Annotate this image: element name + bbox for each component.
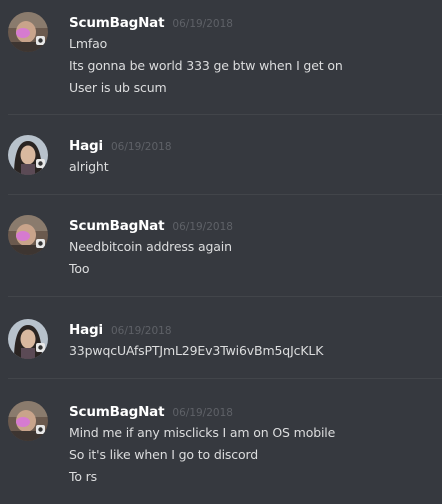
message-content: Lmfao Its gonna be world 333 ge btw when… bbox=[69, 33, 439, 99]
avatar[interactable] bbox=[8, 215, 48, 255]
message-line: User is ub scum bbox=[69, 80, 167, 95]
message-divider bbox=[8, 378, 442, 379]
message-divider bbox=[8, 194, 442, 195]
message-line: Needbitcoin address again bbox=[69, 239, 232, 254]
message-line: So it's like when I go to discord bbox=[69, 447, 259, 462]
message-content: Needbitcoin address again Too bbox=[69, 236, 439, 280]
message-divider bbox=[8, 114, 442, 115]
timestamp: 06/19/2018 bbox=[172, 221, 233, 233]
user-avatar-scumbagnat-icon bbox=[8, 12, 48, 52]
user-avatar-scumbagnat-icon bbox=[8, 215, 48, 255]
message-header: ScumBagNat 06/19/2018 bbox=[69, 12, 233, 32]
avatar[interactable] bbox=[8, 319, 48, 359]
message-divider bbox=[8, 296, 442, 297]
user-avatar-scumbagnat-icon bbox=[8, 401, 48, 441]
message-line: Mind me if any misclicks I am on OS mobi… bbox=[69, 425, 336, 440]
message-line: To rs bbox=[69, 469, 98, 484]
chat-message-list: ScumBagNat 06/19/2018 Lmfao Its gonna be… bbox=[0, 0, 442, 504]
message-line: Lmfao bbox=[69, 36, 108, 51]
message-header: Hagi 06/19/2018 bbox=[69, 135, 172, 155]
user-avatar-hagi-icon bbox=[8, 135, 48, 175]
message-header: Hagi 06/19/2018 bbox=[69, 319, 172, 339]
avatar[interactable] bbox=[8, 401, 48, 441]
message-line: 33pwqcUAfsPTJmL29Ev3Twi6vBm5qJcKLK bbox=[69, 343, 324, 358]
message-content: alright bbox=[69, 156, 439, 178]
username[interactable]: ScumBagNat bbox=[69, 404, 165, 420]
message-header: ScumBagNat 06/19/2018 bbox=[69, 401, 233, 421]
message-line: Its gonna be world 333 ge btw when I get… bbox=[69, 58, 343, 73]
username[interactable]: Hagi bbox=[69, 322, 103, 338]
timestamp: 06/19/2018 bbox=[172, 18, 233, 30]
timestamp: 06/19/2018 bbox=[111, 141, 172, 153]
timestamp: 06/19/2018 bbox=[172, 407, 233, 419]
avatar[interactable] bbox=[8, 135, 48, 175]
message-content: 33pwqcUAfsPTJmL29Ev3Twi6vBm5qJcKLK bbox=[69, 340, 439, 362]
timestamp: 06/19/2018 bbox=[111, 325, 172, 337]
username[interactable]: Hagi bbox=[69, 138, 103, 154]
avatar[interactable] bbox=[8, 12, 48, 52]
message-content: Mind me if any misclicks I am on OS mobi… bbox=[69, 422, 439, 488]
message-line: alright bbox=[69, 159, 109, 174]
username[interactable]: ScumBagNat bbox=[69, 218, 165, 234]
username[interactable]: ScumBagNat bbox=[69, 15, 165, 31]
message-line: Too bbox=[69, 261, 90, 276]
user-avatar-hagi-icon bbox=[8, 319, 48, 359]
message-header: ScumBagNat 06/19/2018 bbox=[69, 215, 233, 235]
